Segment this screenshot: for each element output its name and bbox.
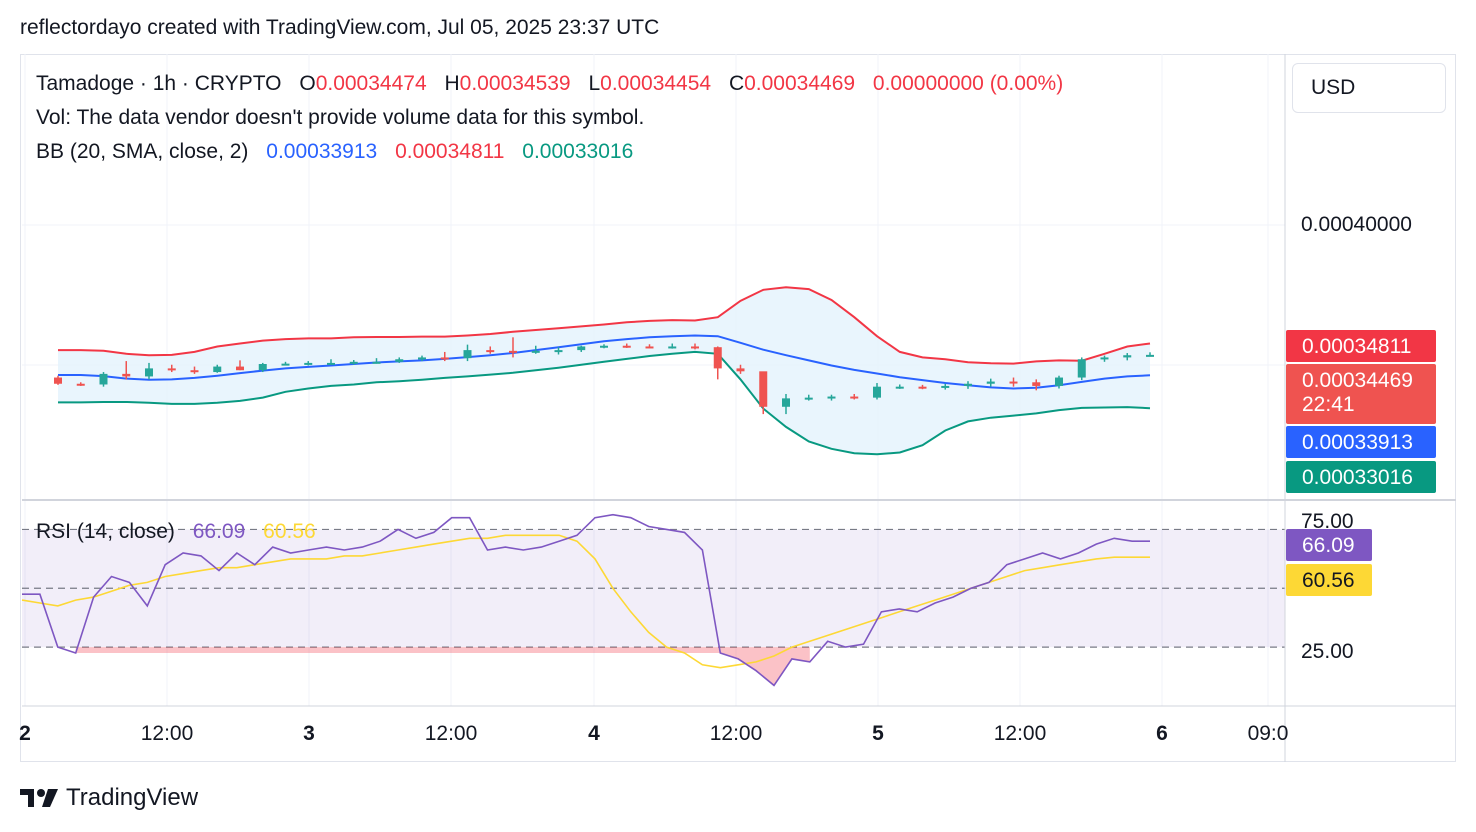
candle-body <box>167 368 176 371</box>
bb-basis-value: 0.00033913 <box>266 140 378 163</box>
candle-body <box>668 346 677 349</box>
candle-body <box>600 345 608 348</box>
candle-body <box>645 346 654 349</box>
candle-body <box>1146 354 1154 357</box>
bb-upper-value: 0.00034811 <box>395 140 505 163</box>
time-tick-label: 3 <box>303 722 315 745</box>
candle-body <box>418 357 426 360</box>
bb-legend[interactable]: BB (20, SMA, close, 2) 0.00033913 0.0003… <box>36 140 637 164</box>
candle-body <box>349 361 358 364</box>
candle-body <box>1009 381 1018 384</box>
candle-body <box>713 347 722 369</box>
rsi-axis-tick-25: 25.00 <box>1301 640 1354 663</box>
volume-note: Vol: The data vendor doesn't provide vol… <box>36 106 645 129</box>
price-axis-label: 0.00040000 <box>1301 213 1412 236</box>
candle-body <box>873 386 881 398</box>
candle-body <box>213 366 222 373</box>
candle-body <box>622 345 631 348</box>
bb-lower-tag: 0.00033016 <box>1286 461 1436 493</box>
candle-body <box>986 381 995 384</box>
candle-body <box>941 385 950 388</box>
bb-label: BB (20, SMA, close, 2) <box>36 140 249 163</box>
candle-body <box>804 397 813 400</box>
candle-body <box>759 371 768 407</box>
candle-body <box>850 396 859 399</box>
tradingview-brand[interactable]: TradingView <box>20 784 198 812</box>
candle-body <box>440 357 449 360</box>
open-value: 0.00034474 <box>315 72 427 95</box>
candle-body <box>145 368 153 377</box>
bb-upper-tag: 0.00034811 <box>1286 330 1436 362</box>
rsi-value: 66.09 <box>192 520 246 543</box>
time-tick-label: 5 <box>872 722 884 745</box>
rsi-value-tag: 66.09 <box>1286 529 1372 561</box>
ohlc-legend: Tamadoge · 1h · CRYPTO O0.00034474 H0.00… <box>36 72 1067 96</box>
candle-body <box>1055 377 1063 386</box>
rsi-label: RSI (14, close) <box>36 520 175 543</box>
candle-body <box>54 377 62 384</box>
time-tick-label: 12:00 <box>709 722 763 745</box>
low-label: L <box>588 72 601 95</box>
candle-body <box>736 368 745 372</box>
time-tick-label: 12:00 <box>140 722 194 745</box>
bb-lower-value: 0.00033016 <box>522 140 634 163</box>
time-tick-label: 09:0 <box>1247 722 1289 745</box>
candle-body <box>531 350 540 353</box>
bollinger-band-area <box>58 287 1150 455</box>
candle-body <box>190 370 199 373</box>
candle-body <box>463 350 472 359</box>
bollinger-band-fill <box>58 287 1150 455</box>
candle-body <box>76 383 85 386</box>
time-tick-label: 2 <box>19 722 31 745</box>
rsi-ma-value: 60.56 <box>263 520 316 543</box>
candle-body <box>486 350 495 353</box>
low-value: 0.00034454 <box>600 72 712 95</box>
candle-body <box>782 398 790 407</box>
candle-body <box>281 363 290 366</box>
time-tick-label: 6 <box>1156 722 1168 745</box>
candle-body <box>554 350 563 353</box>
candle <box>1077 357 1086 381</box>
candle-body <box>372 361 381 364</box>
candle-body <box>258 364 267 371</box>
last-price-tag: 0.00034469 22:41 <box>1286 364 1436 424</box>
candle-body <box>327 362 335 365</box>
candle-body <box>1077 359 1086 378</box>
high-value: 0.00034539 <box>459 72 571 95</box>
candle-body <box>827 396 836 399</box>
candle-body <box>122 373 131 377</box>
time-tick-label: 12:00 <box>424 722 478 745</box>
candle-body <box>895 386 904 389</box>
candle-body <box>509 350 517 353</box>
candle-body <box>577 346 586 351</box>
close-value: 0.00034469 <box>744 72 856 95</box>
open-label: O <box>299 72 316 95</box>
time-tick-label: 4 <box>588 722 600 745</box>
volume-legend: Vol: The data vendor doesn't provide vol… <box>36 106 648 130</box>
brand-name: TradingView <box>66 784 199 811</box>
candle <box>99 372 108 387</box>
high-label: H <box>444 72 460 95</box>
candle-body <box>99 373 108 385</box>
candle-body <box>691 346 699 349</box>
candle-body <box>304 362 313 365</box>
currency-selector[interactable]: USD <box>1292 63 1446 113</box>
rsi-oversold-fill <box>75 647 810 686</box>
time-tick-label: 12:00 <box>993 722 1047 745</box>
candle-body <box>1123 355 1132 358</box>
rsi-legend[interactable]: RSI (14, close) 66.09 60.56 <box>36 520 320 544</box>
change-value: 0.00000000 (0.00%) <box>872 72 1064 95</box>
candle-body <box>918 386 927 389</box>
candle-body <box>1032 382 1041 386</box>
candle-body <box>395 359 404 362</box>
candle-body <box>236 366 244 371</box>
close-label: C <box>728 72 745 95</box>
candle <box>713 346 722 380</box>
bb-basis-tag: 0.00033913 <box>1286 426 1436 458</box>
rsi-ma-tag: 60.56 <box>1286 564 1372 596</box>
candle-body <box>964 383 972 386</box>
tradingview-logo-icon <box>20 789 58 807</box>
candle-body <box>1100 357 1109 360</box>
symbol-label[interactable]: Tamadoge · 1h · CRYPTO <box>36 72 282 95</box>
